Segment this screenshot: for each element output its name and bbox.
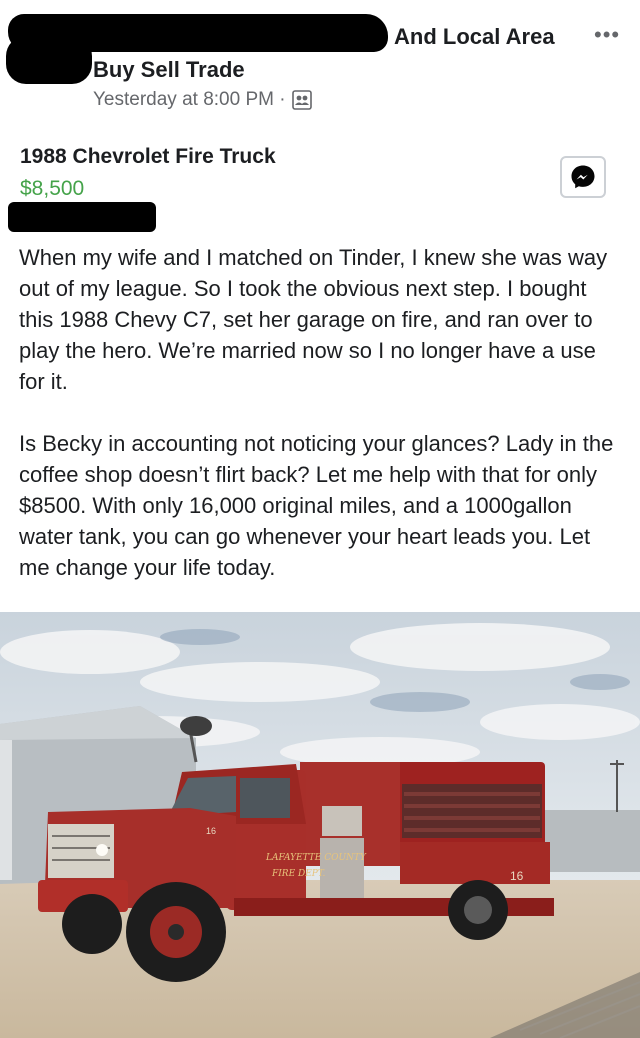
post-paragraph-1: When my wife and I matched on Tinder, I … [19,245,608,394]
messenger-icon [571,165,595,189]
door-lettering-1: LAFAYETTE COUNTY [265,853,367,863]
rear-wheel [448,880,508,940]
post-timestamp[interactable]: Yesterday at 8:00 PM · [93,89,286,111]
redacted-avatar [6,36,92,84]
unit-number: 16 [206,826,216,836]
group-subtitle[interactable]: Buy Sell Trade [93,57,245,83]
rear-number: 16 [510,869,524,883]
post-paragraph-2: Is Becky in accounting not noticing your… [19,431,614,580]
group-members-icon [291,90,312,110]
fire-truck-photo[interactable]: LAFAYETTE COUNTY FIRE DEPT. 16 16 [0,612,640,1038]
group-name[interactable]: And Local Area [394,24,555,50]
listing-title: 1988 Chevrolet Fire Truck [20,145,276,168]
post-meta: Yesterday at 8:00 PM · [93,89,312,111]
door-lettering-2: FIRE DEPT. [271,869,326,879]
more-horizontal-icon[interactable]: ••• [594,22,620,48]
redacted-location [8,202,156,232]
messenger-button[interactable] [560,156,606,198]
listing-price: $8,500 [20,177,85,200]
front-wheel [126,882,226,982]
